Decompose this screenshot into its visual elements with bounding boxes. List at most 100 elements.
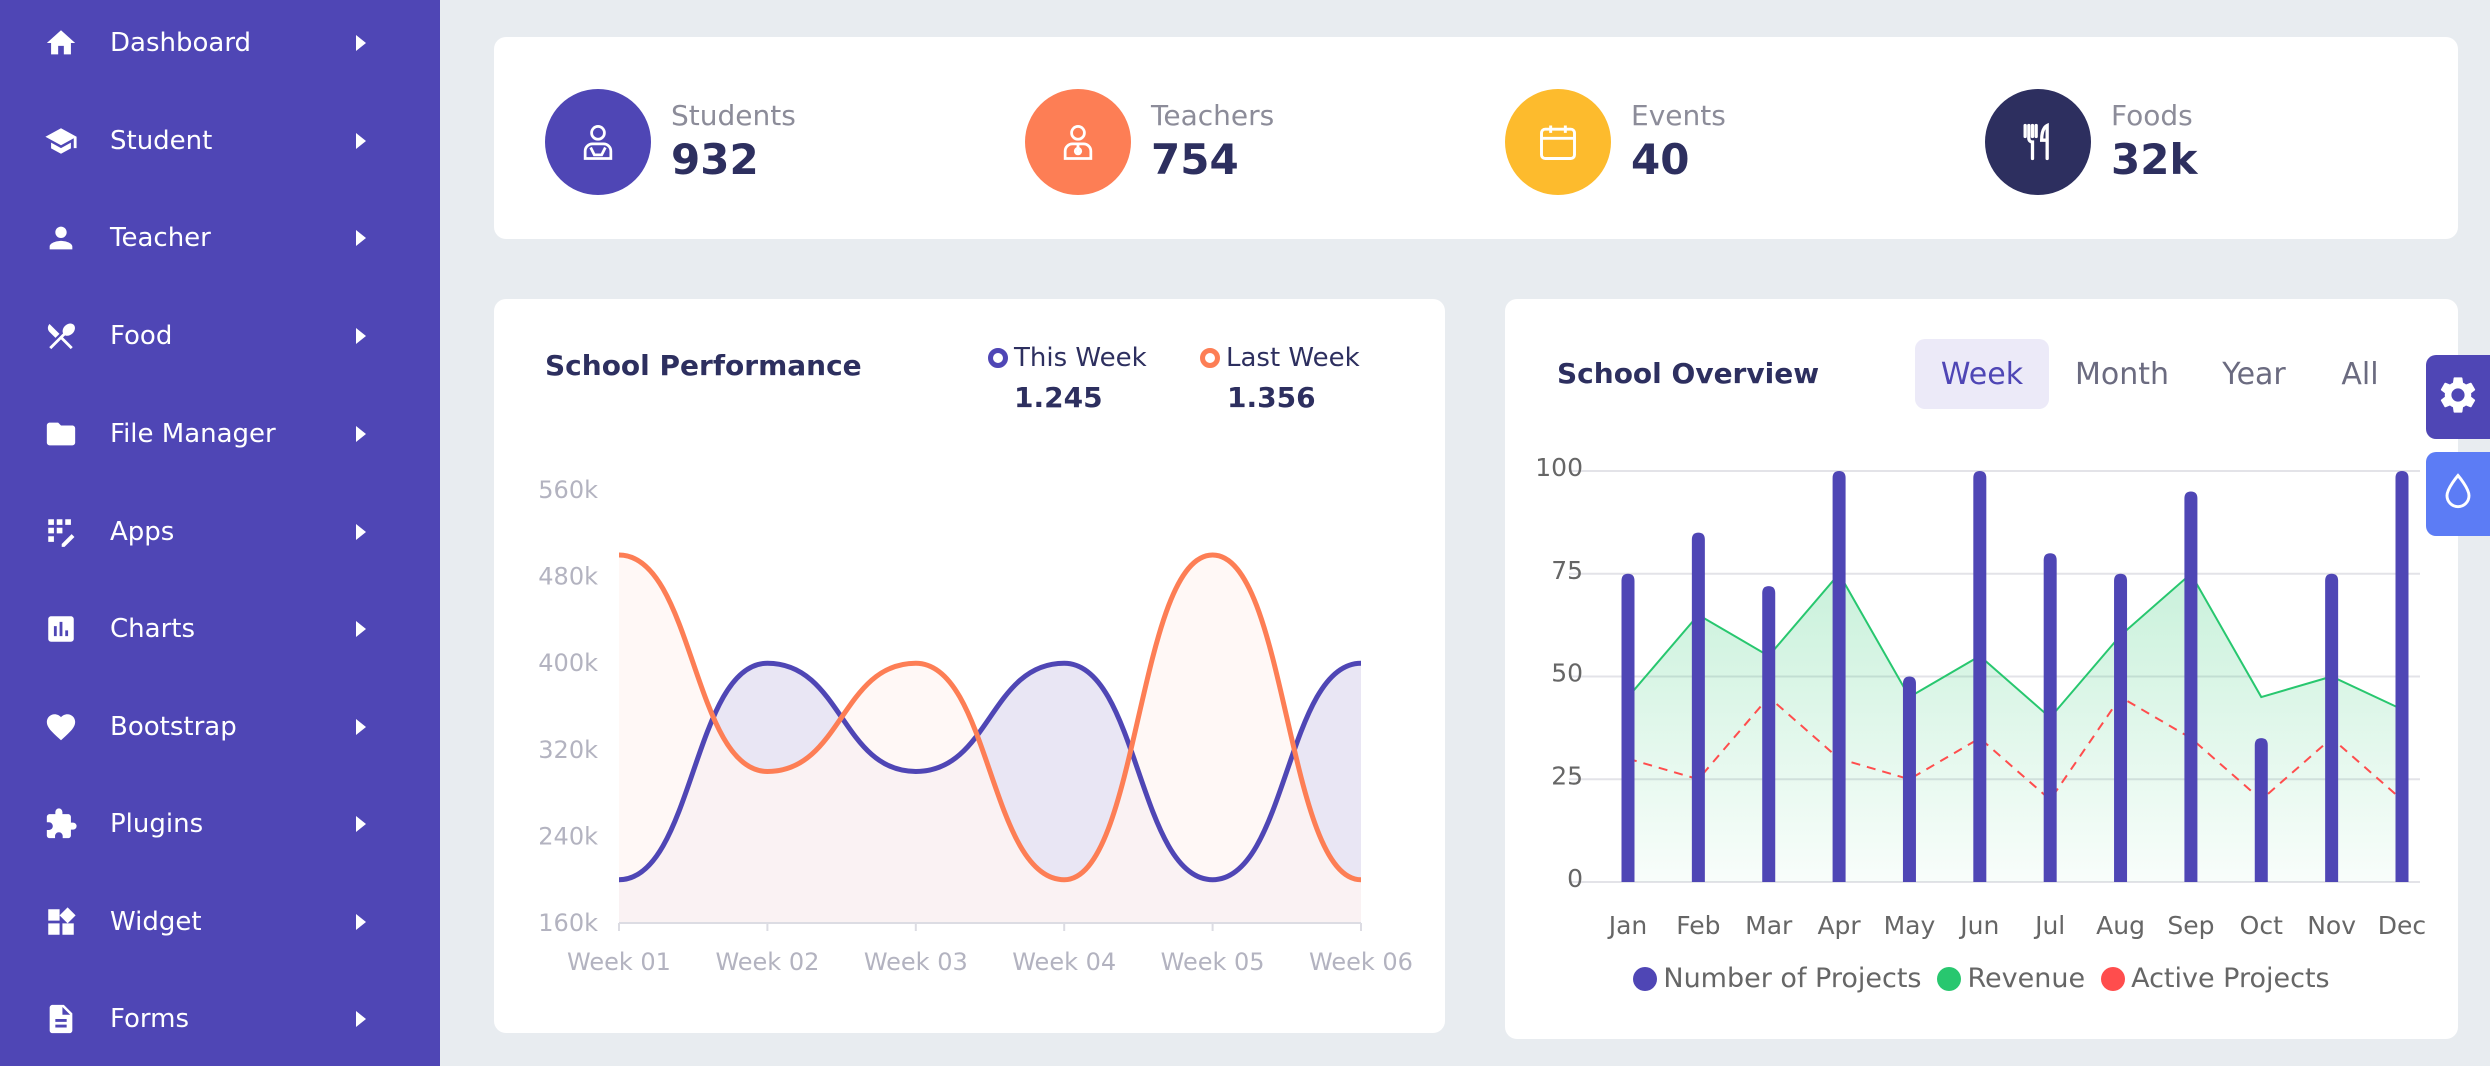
theme-button[interactable] — [2426, 452, 2490, 536]
performance-chart: 560k 480k 400k 320k 240k 160k Week 01 Week 02 We… — [538, 476, 1413, 976]
sidebar-item-bootstrap[interactable]: Bootstrap — [0, 678, 440, 776]
chevron-right-icon — [354, 33, 368, 53]
sidebar-item-plugins[interactable]: Plugins — [0, 775, 440, 873]
legend-dot — [1937, 966, 1962, 991]
bar-number-of-projects — [2325, 573, 2339, 882]
settings-button[interactable] — [2426, 355, 2490, 439]
bar-number-of-projects — [1832, 471, 1846, 882]
x-tick-label: Jun — [1958, 911, 1999, 939]
x-tick-label: Apr — [1817, 911, 1861, 939]
x-tick-label: Jul — [2033, 911, 2065, 939]
school-overview-panel: School Overview Week Month Year All 100 7… — [1505, 299, 2458, 1039]
chevron-right-icon — [354, 326, 368, 346]
x-tick-label: Feb — [1676, 911, 1720, 939]
fork-knife-icon — [1985, 89, 2091, 195]
chevron-right-icon — [354, 912, 368, 932]
overview-chart: 100 75 50 25 0 Jan Feb Mar Apr May Jun Jul Aug Sep Oct… — [1535, 453, 2426, 939]
overview-legend: Number of Projects Revenue Active Projec… — [1505, 963, 2458, 994]
y-tick-label: 50 — [1551, 659, 1583, 688]
sidebar-item-label: Teacher — [110, 223, 211, 253]
x-tick-label: Nov — [2307, 911, 2356, 939]
x-tick-label: Aug — [2096, 911, 2145, 939]
home-icon — [44, 26, 78, 60]
sidebar-item-teacher[interactable]: Teacher — [0, 189, 440, 287]
x-tick-label: Week 01 — [567, 948, 671, 976]
sidebar-item-apps[interactable]: Apps — [0, 483, 440, 581]
sidebar-item-label: Food — [110, 321, 173, 351]
chevron-right-icon — [354, 717, 368, 737]
stat-label: Foods — [2111, 99, 2193, 132]
stat-value: 32k — [2111, 135, 2198, 184]
y-tick-label: 100 — [1535, 453, 1583, 482]
x-tick-label: Week 05 — [1161, 948, 1265, 976]
chevron-right-icon — [354, 228, 368, 248]
x-tick-label: May — [1884, 911, 1936, 939]
bar-number-of-projects — [1621, 573, 1635, 882]
school-performance-panel: School Performance This Week 1.245 Last … — [494, 299, 1445, 1033]
puzzle-icon — [44, 807, 78, 841]
person-icon — [44, 221, 78, 255]
stats-card: Students 932 Teachers 754 Events 40 Food… — [494, 37, 2458, 239]
x-tick-label: Mar — [1745, 911, 1793, 939]
sidebar-item-label: Apps — [110, 517, 175, 547]
sidebar-item-label: Plugins — [110, 809, 204, 839]
legend-active-projects[interactable]: Active Projects — [2101, 963, 2330, 994]
x-tick-label: Week 03 — [864, 948, 968, 976]
y-tick-label: 560k — [538, 476, 598, 504]
sidebar-item-label: Bootstrap — [110, 712, 237, 742]
legend-label: Revenue — [1967, 963, 2086, 994]
stat-label: Students — [671, 99, 796, 132]
revenue-area — [1628, 573, 2402, 882]
sidebar-item-charts[interactable]: Charts — [0, 580, 440, 678]
bar-number-of-projects — [2043, 553, 2057, 882]
graduation-cap-icon — [44, 124, 78, 158]
sidebar-item-label: File Manager — [110, 419, 276, 449]
chevron-right-icon — [354, 131, 368, 151]
stat-label: Teachers — [1151, 99, 1275, 132]
bar-number-of-projects — [1762, 586, 1776, 882]
sidebar-item-dashboard[interactable]: Dashboard — [0, 0, 440, 92]
sidebar-item-food[interactable]: Food — [0, 287, 440, 385]
chevron-right-icon — [354, 619, 368, 639]
sidebar-item-widget[interactable]: Widget — [0, 873, 440, 971]
sidebar-item-label: Dashboard — [110, 28, 252, 58]
stat-value: 932 — [671, 135, 759, 184]
bar-number-of-projects — [2184, 491, 2198, 882]
sidebar-item-file-manager[interactable]: File Manager — [0, 385, 440, 483]
legend-label: Active Projects — [2131, 963, 2330, 994]
student-icon — [545, 89, 651, 195]
bar-chart-icon — [44, 612, 78, 646]
y-tick-label: 25 — [1551, 761, 1583, 790]
calendar-icon — [1505, 89, 1611, 195]
sidebar-item-student[interactable]: Student — [0, 92, 440, 190]
sidebar-item-label: Charts — [110, 614, 195, 644]
bar-number-of-projects — [1902, 676, 1916, 882]
heart-icon — [44, 710, 78, 744]
stat-label: Events — [1631, 99, 1726, 132]
folder-icon — [44, 417, 78, 451]
legend-revenue[interactable]: Revenue — [1937, 963, 2085, 994]
utensils-icon — [44, 319, 78, 353]
legend-number-of-projects[interactable]: Number of Projects — [1633, 963, 1921, 994]
bar-number-of-projects — [2114, 573, 2128, 882]
bar-number-of-projects — [1973, 471, 1987, 882]
y-tick-label: 75 — [1551, 556, 1583, 585]
bar-number-of-projects — [2254, 738, 2268, 882]
gear-icon — [2436, 373, 2480, 421]
y-tick-label: 320k — [538, 736, 598, 764]
chevron-right-icon — [354, 1009, 368, 1029]
chevron-right-icon — [354, 522, 368, 542]
chevron-right-icon — [354, 814, 368, 834]
teacher-icon — [1025, 89, 1131, 195]
stat-value: 40 — [1631, 135, 1690, 184]
y-tick-label: 480k — [538, 563, 598, 591]
apps-icon — [44, 515, 78, 549]
sidebar-item-label: Forms — [110, 1004, 190, 1034]
droplet-icon — [2436, 470, 2480, 518]
y-tick-label: 400k — [538, 649, 598, 677]
sidebar-item-forms[interactable]: Forms — [0, 970, 440, 1066]
x-tick-label: Week 04 — [1012, 948, 1116, 976]
x-tick-label: Sep — [2167, 911, 2214, 939]
x-tick-label: Dec — [2378, 911, 2426, 939]
y-tick-label: 240k — [538, 822, 598, 850]
